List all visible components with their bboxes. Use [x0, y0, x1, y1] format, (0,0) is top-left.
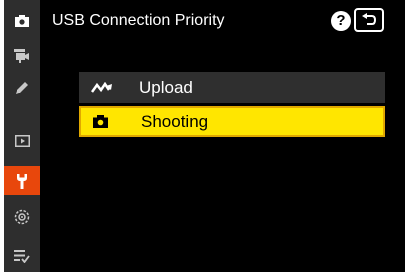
sidebar-item-my-menu[interactable]: [4, 241, 40, 270]
network-icon: [14, 209, 30, 224]
sidebar-item-photo-shooting[interactable]: [4, 6, 40, 35]
playback-icon: [14, 134, 30, 147]
camera-menu-screen: USB Connection Priority ? Upload Shootin…: [4, 0, 405, 272]
sidebar-item-movie[interactable]: [4, 41, 40, 70]
setup-wrench-icon: [17, 173, 27, 189]
help-button[interactable]: ?: [331, 11, 351, 31]
camera-icon: [93, 115, 127, 128]
sidebar-item-setup[interactable]: [4, 166, 40, 195]
sidebar-item-custom-settings[interactable]: [4, 73, 40, 102]
option-upload[interactable]: Upload: [79, 72, 385, 103]
option-shooting-label: Shooting: [141, 111, 209, 131]
movie-recording-icon: [14, 48, 29, 63]
return-icon: [362, 13, 377, 25]
page-title: USB Connection Priority: [52, 12, 225, 29]
sidebar: [4, 0, 40, 272]
photo-shooting-icon: [15, 14, 29, 27]
option-shooting[interactable]: Shooting: [79, 106, 385, 137]
option-upload-label: Upload: [139, 77, 193, 97]
upload-connection-icon: [91, 81, 125, 94]
custom-settings-pencil-icon: [16, 81, 28, 94]
back-button[interactable]: [354, 8, 384, 32]
sidebar-item-playback[interactable]: [4, 126, 40, 155]
sidebar-item-network[interactable]: [4, 202, 40, 231]
my-menu-icon: [14, 249, 30, 263]
